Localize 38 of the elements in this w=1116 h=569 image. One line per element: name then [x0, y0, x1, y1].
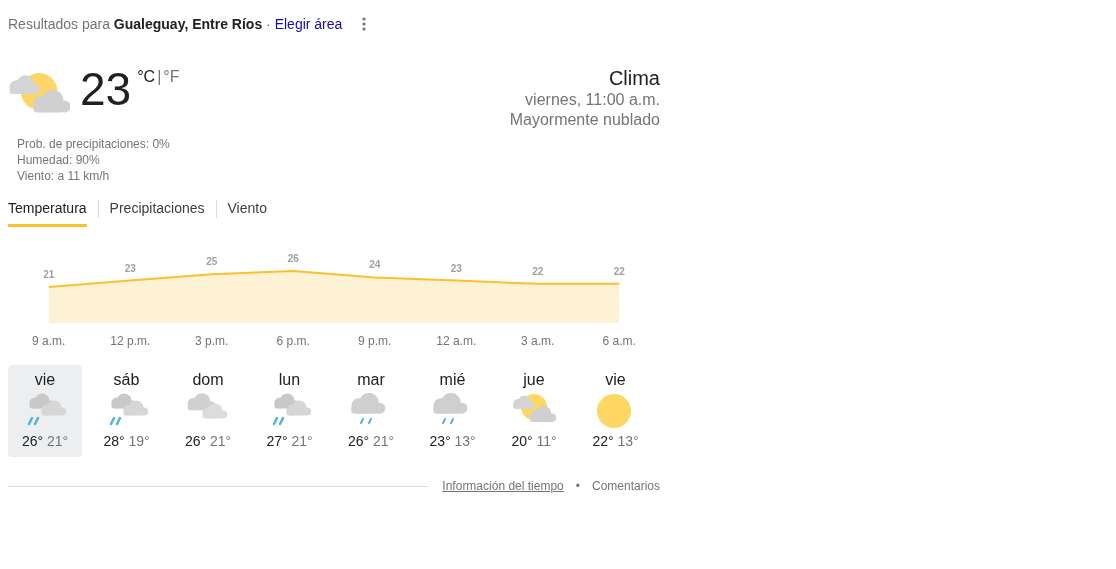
location-name: Gualeguay, Entre Ríos: [113, 16, 263, 32]
bullet: •: [575, 479, 580, 493]
feedback-link[interactable]: Comentarios: [591, 479, 660, 493]
time-label: 6 p.m.: [276, 334, 310, 348]
temperature-label: 21: [43, 269, 55, 280]
separator: ·: [265, 16, 272, 32]
tab[interactable]: Temperatura: [8, 196, 87, 227]
results-for-label: Resultados para: [8, 16, 111, 32]
temperature-label: 24: [369, 259, 381, 271]
time-label: 9 p.m.: [358, 334, 392, 348]
weather-info-link[interactable]: Información del tiempo: [442, 479, 564, 493]
weather-title: Clima: [607, 66, 660, 90]
temperature-label: 23: [124, 262, 136, 274]
day-forecast[interactable]: vie 26° 21°: [8, 365, 82, 457]
temperature-label: 23: [450, 262, 462, 274]
time-label: 9 a.m.: [32, 334, 66, 348]
temperature-label: 26: [287, 253, 299, 264]
time-label: 12 p.m.: [110, 334, 151, 348]
temperature-label: 22: [613, 265, 625, 277]
time-label: 12 a.m.: [436, 334, 477, 348]
weather-detail: Humedad: 90%: [17, 152, 101, 168]
time-label: 3 a.m.: [521, 334, 555, 348]
time-label: 6 a.m.: [602, 334, 636, 348]
temperature-label: 25: [206, 256, 218, 268]
tab[interactable]: Viento: [227, 196, 267, 227]
time-label: 3 p.m.: [195, 334, 229, 348]
unit-divider: |: [157, 68, 162, 86]
weather-detail: Viento: a 11 km/h: [17, 168, 111, 184]
tab[interactable]: Precipitaciones: [109, 196, 205, 227]
weather-condition: Mayormente nublado: [509, 110, 660, 130]
more-options-icon[interactable]: [362, 17, 367, 31]
choose-area-link[interactable]: Elegir área: [274, 16, 343, 32]
weather-detail: Prob. de precipitaciones: 0%: [17, 136, 171, 152]
current-temperature: 23: [80, 66, 132, 112]
unit-toggle[interactable]: °C: [137, 68, 156, 86]
current-time: viernes, 11:00 a.m.: [524, 90, 660, 110]
unit-toggle[interactable]: °F: [163, 68, 180, 86]
temperature-label: 22: [532, 265, 544, 277]
